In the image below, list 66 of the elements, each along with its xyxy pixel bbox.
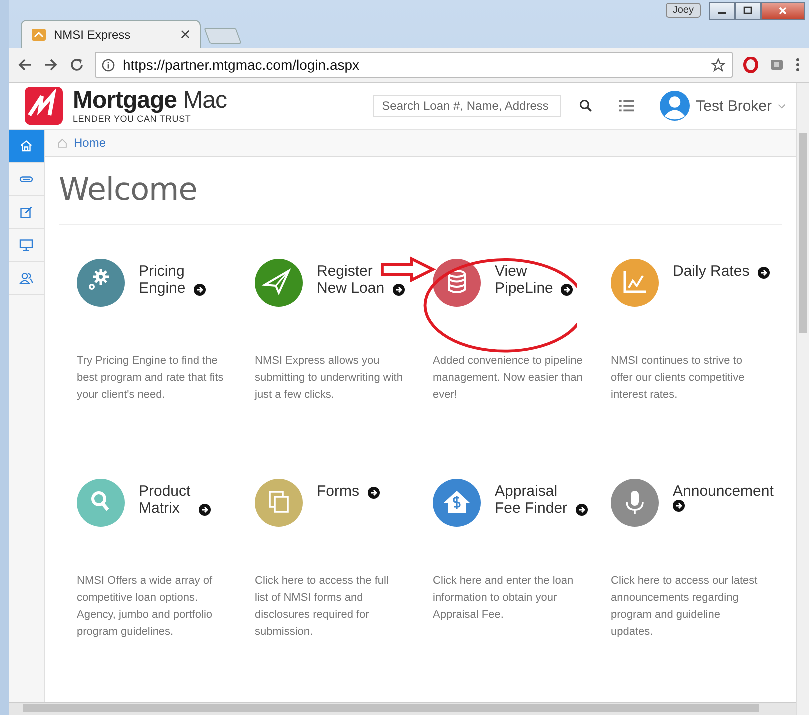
tile-description: Try Pricing Engine to find the best program and rate that fits your client's need. xyxy=(77,354,225,403)
close-icon xyxy=(778,6,788,16)
tile-description: NMSI Express allows you submitting to underwriting with just a few clicks. xyxy=(255,354,404,403)
tile-title-link[interactable]: Daily Rates xyxy=(673,263,750,280)
caret-icon xyxy=(778,104,786,108)
user-badge: Joey xyxy=(666,3,701,18)
opera-icon[interactable] xyxy=(743,57,759,73)
arrow-circle-icon[interactable] xyxy=(673,500,685,512)
monitor-icon xyxy=(19,238,34,252)
browser-tab[interactable]: NMSI Express xyxy=(21,20,201,48)
house-icon[interactable] xyxy=(433,479,481,527)
sidebar-item[interactable] xyxy=(9,130,44,163)
arrow-circle-icon[interactable] xyxy=(758,267,770,279)
tile-title-link[interactable]: Register New Loan xyxy=(317,263,385,297)
menu-icon[interactable] xyxy=(795,57,801,73)
forward-icon[interactable] xyxy=(43,57,59,73)
tile-title-link[interactable]: Forms xyxy=(317,483,360,500)
edit-icon xyxy=(19,204,34,220)
arrow-circle-icon[interactable] xyxy=(198,504,211,516)
avatar-icon xyxy=(660,91,690,121)
tagline: LENDER YOU CAN TRUST xyxy=(73,114,192,124)
tile-description: Added convenience to pipeline management. Now easier than ever! xyxy=(433,354,583,403)
maximize-button[interactable] xyxy=(735,2,761,20)
page-title: Welcome xyxy=(59,172,198,208)
search-field[interactable]: Search Loan #, Name, Address xyxy=(373,95,562,117)
back-icon[interactable] xyxy=(17,57,33,73)
tile-description: Click here to access the full list of NMSI forms and disclosures required for submission. xyxy=(255,574,390,640)
arrow-circle-icon[interactable] xyxy=(392,284,405,296)
horizontal-scrollbar[interactable] xyxy=(9,702,796,715)
tile-description: NMSI Offers a wide array of competitive loan options. Agency, jumbo and portfolio program guidelines. xyxy=(77,574,214,640)
logo-icon xyxy=(25,87,63,125)
tile-title-link[interactable]: Appraisal Fee Finder xyxy=(495,483,568,517)
tile-title-link[interactable]: View PipeLine xyxy=(495,263,554,297)
vertical-scrollbar[interactable] xyxy=(796,83,809,715)
tile-description: Click here to access our latest announcements regarding program and guideline updates. xyxy=(611,574,759,640)
info-icon[interactable] xyxy=(102,58,115,72)
star-icon[interactable] xyxy=(711,58,726,72)
breadcrumb-link[interactable]: Home xyxy=(74,136,106,150)
brand-name: Mortgage Mac xyxy=(73,88,228,114)
arrow-circle-icon[interactable] xyxy=(561,284,574,296)
extension-icon[interactable] xyxy=(769,57,785,73)
paper-plane-icon[interactable] xyxy=(255,259,303,307)
site-icon xyxy=(32,28,46,40)
user-menu[interactable]: Test Broker xyxy=(660,91,786,121)
home-icon xyxy=(57,138,68,148)
tile-title-link[interactable]: Product Matrix xyxy=(139,483,191,517)
database-icon[interactable] xyxy=(433,259,481,307)
address-field[interactable]: https://partner.mtgmac.com/login.aspx xyxy=(95,52,733,78)
maximize-icon xyxy=(743,6,753,16)
users-icon xyxy=(19,270,34,286)
tile-description: NMSI continues to strive to offer our clients competitive interest rates. xyxy=(611,354,746,403)
arrow-circle-icon[interactable] xyxy=(194,284,206,296)
close-icon[interactable] xyxy=(181,30,190,39)
arrow-circle-icon[interactable] xyxy=(576,504,588,516)
search-icon[interactable] xyxy=(579,99,594,113)
minimize-button[interactable] xyxy=(709,2,735,20)
reload-icon[interactable] xyxy=(69,57,85,73)
tile-title-link[interactable]: Pricing Engine xyxy=(139,263,186,297)
list-icon[interactable] xyxy=(619,99,634,113)
microphone-icon[interactable] xyxy=(611,479,659,527)
gears-icon[interactable] xyxy=(77,259,125,307)
tile-description: Click here and enter the loan information to obtain your Appraisal Fee. xyxy=(433,574,575,623)
close-button[interactable] xyxy=(761,2,805,20)
arrow-circle-icon[interactable] xyxy=(368,487,380,499)
home-icon xyxy=(19,138,34,154)
tile-title-link[interactable]: Announcement xyxy=(673,483,774,500)
